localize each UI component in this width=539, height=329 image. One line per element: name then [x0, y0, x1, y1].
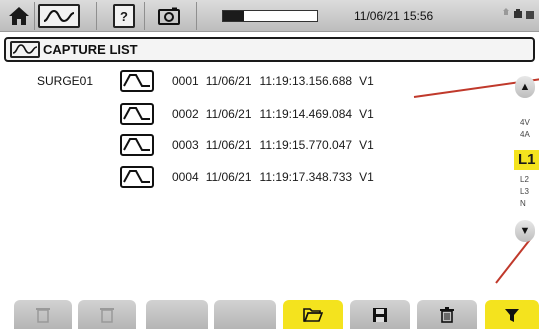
- capture-time: 11:19:14.469.084: [259, 107, 353, 121]
- channel-option[interactable]: 4V: [520, 118, 530, 127]
- delete-tagged-button-disabled[interactable]: [14, 300, 72, 329]
- channel-option[interactable]: L3: [520, 187, 529, 196]
- folder-open-icon: [303, 307, 323, 322]
- capture-date: 11/06/21: [205, 170, 252, 184]
- capture-time: 11:19:13.156.688: [259, 74, 353, 88]
- floppy-disk-icon: [373, 307, 387, 322]
- help-button[interactable]: ?: [113, 4, 135, 28]
- capture-list-title-bar: CAPTURE LIST: [4, 37, 535, 62]
- capture-time: 11:19:17.348.733: [259, 170, 353, 184]
- channel-option[interactable]: L2: [520, 175, 529, 184]
- arrow-up-icon: ▲: [519, 81, 531, 93]
- home-icon[interactable]: [6, 4, 32, 28]
- capture-channel: V1: [359, 74, 374, 88]
- blank-soft-key[interactable]: [214, 300, 276, 329]
- capture-row[interactable]: 0002 11/06/21 11:19:14.469.084 V1: [120, 103, 374, 125]
- trash-icon: [36, 307, 50, 323]
- capture-index: 0001: [172, 74, 199, 88]
- filter-funnel-icon: [505, 308, 519, 322]
- capture-date: 11/06/21: [205, 107, 252, 121]
- transient-mode-button[interactable]: [38, 4, 80, 28]
- transient-wave-icon: [120, 70, 154, 92]
- delete-all-button-disabled[interactable]: [78, 300, 136, 329]
- channel-selector: ▲ 4V 4A L1 L2 L3 N ▼: [508, 70, 539, 270]
- capture-channel: V1: [359, 138, 374, 152]
- capture-row[interactable]: 0004 11/06/21 11:19:17.348.733 V1: [120, 166, 374, 188]
- capture-channel: V1: [359, 170, 374, 184]
- open-button[interactable]: [283, 300, 343, 329]
- page-title: CAPTURE LIST: [43, 42, 138, 57]
- transient-wave-icon: [120, 166, 154, 188]
- selected-channel[interactable]: L1: [514, 150, 539, 170]
- trash-icon: [100, 307, 114, 323]
- capture-row[interactable]: 0001 11/06/21 11:19:13.156.688 V1: [120, 70, 374, 92]
- separator: [196, 2, 197, 30]
- separator: [96, 2, 97, 30]
- date-time: 11/06/21 15:56: [354, 9, 434, 23]
- capture-index: 0004: [172, 170, 199, 184]
- capture-index: 0002: [172, 107, 199, 121]
- save-button[interactable]: [350, 300, 410, 329]
- capture-date: 11/06/21: [205, 74, 252, 88]
- help-icon: ?: [120, 8, 128, 24]
- system-status-icons: [500, 8, 536, 24]
- blank-soft-key[interactable]: [146, 300, 208, 329]
- transient-wave-icon: [43, 9, 75, 23]
- capture-index: 0003: [172, 138, 199, 152]
- separator: [34, 2, 35, 30]
- capture-row[interactable]: 0003 11/06/21 11:19:15.770.047 V1: [120, 134, 374, 156]
- status-bar: ? 11/06/21 15:56: [0, 0, 539, 32]
- capture-date: 11/06/21: [205, 138, 252, 152]
- soft-key-bar: [0, 298, 539, 329]
- capture-group-name[interactable]: SURGE01: [37, 74, 93, 88]
- progress-fill: [223, 11, 244, 21]
- arrow-down-icon: ▼: [519, 225, 531, 237]
- channel-option[interactable]: 4A: [520, 130, 530, 139]
- transient-wave-icon: [10, 41, 40, 58]
- transient-wave-icon: [120, 134, 154, 156]
- capture-time: 11:19:15.770.047: [259, 138, 353, 152]
- scroll-up-button[interactable]: ▲: [515, 76, 535, 98]
- filter-button[interactable]: [485, 300, 539, 329]
- camera-icon: [158, 7, 180, 25]
- scroll-down-button[interactable]: ▼: [515, 220, 535, 242]
- separator: [144, 2, 145, 30]
- transient-wave-icon: [120, 103, 154, 125]
- capture-channel: V1: [359, 107, 374, 121]
- snapshot-button[interactable]: [156, 4, 182, 28]
- trash-icon: [440, 306, 454, 323]
- channel-option[interactable]: N: [520, 199, 526, 208]
- recording-progress-bar: [222, 10, 318, 22]
- delete-button[interactable]: [417, 300, 477, 329]
